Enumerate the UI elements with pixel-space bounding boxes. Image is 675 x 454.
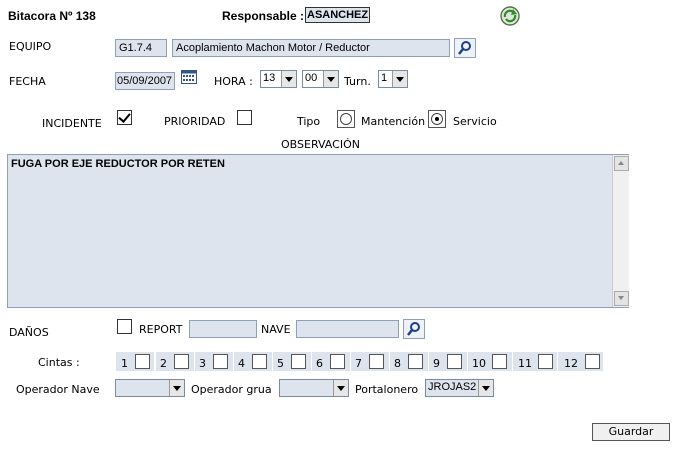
equipo-code-field[interactable]: G1.7.4	[115, 39, 167, 57]
search-icon	[458, 41, 471, 55]
cinta-checkbox-8[interactable]	[408, 354, 423, 369]
fecha-label: FECHA	[9, 75, 46, 88]
turno-label: Turn.	[344, 75, 371, 88]
cinta-checkbox-10[interactable]	[492, 354, 507, 369]
cinta-number: 8	[394, 357, 401, 370]
cinta-number: 6	[316, 357, 323, 370]
hora-minute-select[interactable]: 00	[302, 70, 339, 88]
cinta-checkbox-1[interactable]	[135, 354, 150, 369]
cinta-number: 3	[199, 357, 206, 370]
turno-select[interactable]: 1	[378, 70, 408, 88]
incidente-checkbox[interactable]	[117, 110, 132, 125]
tipo-mantencion-label: Mantención	[361, 115, 426, 128]
chevron-down-icon	[169, 380, 184, 396]
chevron-down-icon	[333, 380, 348, 396]
observacion-scrollbar[interactable]	[612, 155, 629, 307]
report-field[interactable]	[189, 320, 257, 338]
scroll-down-icon[interactable]	[614, 291, 629, 306]
operador-grua-label: Operador grua	[191, 383, 272, 396]
operador-grua-select[interactable]	[279, 379, 349, 397]
equipo-search-button[interactable]	[454, 38, 476, 58]
danos-checkbox[interactable]	[117, 319, 132, 334]
refresh-icon[interactable]	[499, 5, 521, 27]
hora-hour-value: 13	[263, 72, 276, 84]
cinta-checkbox-12[interactable]	[585, 354, 600, 369]
turno-value: 1	[381, 72, 388, 84]
cinta-checkbox-2[interactable]	[174, 354, 189, 369]
cinta-checkbox-6[interactable]	[330, 354, 345, 369]
cinta-number: 11	[518, 357, 532, 370]
responsable-value: ASANCHEZ	[305, 7, 371, 23]
danos-label: DAÑOS	[9, 326, 49, 339]
search-icon	[407, 322, 420, 336]
cinta-checkbox-4[interactable]	[252, 354, 267, 369]
cinta-checkbox-7[interactable]	[369, 354, 384, 369]
cinta-checkbox-5[interactable]	[291, 354, 306, 369]
tipo-label: Tipo	[297, 115, 321, 128]
report-label: REPORT	[139, 323, 183, 336]
nave-field[interactable]	[296, 320, 399, 338]
tipo-mantencion-radio[interactable]	[337, 110, 355, 128]
nave-label: NAVE	[261, 323, 291, 336]
incidente-label: INCIDENTE	[42, 117, 102, 130]
cinta-number: 2	[160, 357, 167, 370]
equipo-label: EQUIPO	[9, 40, 52, 53]
guardar-button[interactable]: Guardar	[592, 423, 670, 441]
portalonero-label: Portalonero	[355, 383, 419, 396]
tipo-servicio-label: Servicio	[453, 115, 497, 128]
cinta-checkbox-3[interactable]	[213, 354, 228, 369]
hora-hour-select[interactable]: 13	[260, 70, 297, 88]
chevron-down-icon	[478, 380, 493, 396]
chevron-down-icon	[281, 71, 296, 87]
observacion-label: OBSERVACIÓN	[281, 138, 360, 151]
prioridad-label: PRIORIDAD	[164, 115, 226, 128]
nave-search-button[interactable]	[403, 319, 425, 339]
operador-nave-select[interactable]	[115, 379, 185, 397]
cintas-label: Cintas :	[38, 356, 80, 369]
cinta-number: 5	[277, 357, 284, 370]
prioridad-checkbox[interactable]	[237, 110, 252, 125]
chevron-down-icon	[323, 71, 338, 87]
tipo-servicio-radio[interactable]	[428, 110, 446, 128]
fecha-field[interactable]: 05/09/2007	[115, 72, 175, 90]
cinta-checkbox-11[interactable]	[538, 354, 553, 369]
cinta-number: 12	[564, 357, 578, 370]
hora-minute-value: 00	[305, 72, 318, 84]
calendar-icon[interactable]	[181, 70, 197, 84]
equipo-description-field[interactable]: Acoplamiento Machon Motor / Reductor	[172, 39, 450, 57]
responsable-label: Responsable :	[222, 9, 305, 23]
scroll-up-icon[interactable]	[614, 156, 629, 171]
cinta-number: 1	[121, 357, 128, 370]
cinta-number: 7	[355, 357, 362, 370]
observacion-textarea[interactable]: FUGA POR EJE REDUCTOR POR RETEN	[7, 154, 629, 308]
operador-nave-label: Operador Nave	[16, 383, 100, 396]
cinta-number: 10	[472, 357, 486, 370]
bitacora-title: Bitacora Nº 138	[8, 9, 96, 23]
portalonero-select[interactable]: JROJAS2	[425, 379, 494, 397]
cinta-number: 4	[238, 357, 245, 370]
portalonero-value: JROJAS2	[428, 381, 477, 393]
chevron-down-icon	[392, 71, 407, 87]
cinta-number: 9	[433, 357, 440, 370]
cinta-checkbox-9[interactable]	[447, 354, 462, 369]
hora-label: HORA :	[214, 75, 253, 88]
